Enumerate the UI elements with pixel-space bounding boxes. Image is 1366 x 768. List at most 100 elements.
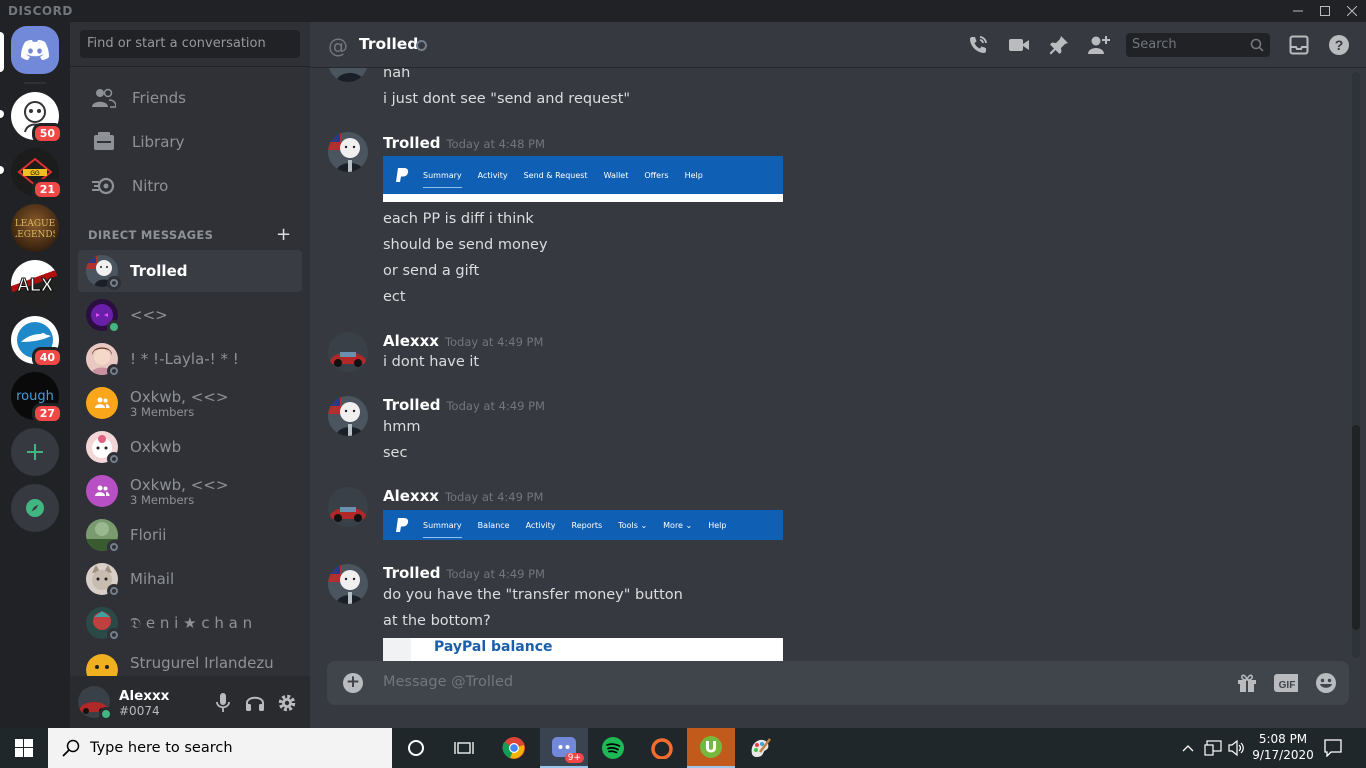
deafen-headphones-icon[interactable] [244,692,266,714]
close-icon[interactable] [1338,0,1366,22]
avatar[interactable] [328,68,368,82]
dm-name: Oxkwb [130,438,182,456]
nav-library[interactable]: Library [78,121,302,163]
message-author[interactable]: Trolled [383,134,440,152]
message-text: hmm [383,419,421,435]
add-friends-to-dm-icon[interactable] [1087,33,1111,57]
voice-call-icon[interactable] [966,33,990,57]
message-composer[interactable]: + Message @Trolled GIF [327,661,1349,705]
message-author[interactable]: Alexxx [383,332,439,350]
message-author[interactable]: Trolled [383,396,440,414]
message-author[interactable]: Trolled [383,564,440,582]
title-bar: DISCORD [0,0,1366,22]
gift-icon[interactable] [1235,671,1259,695]
message-input[interactable]: Message @Trolled [383,674,513,690]
chrome-icon[interactable] [490,728,538,768]
task-view-icon[interactable] [440,728,488,768]
server-icon[interactable]: 50 [11,92,63,144]
network-icon[interactable] [1202,728,1224,768]
home-button[interactable] [11,26,59,74]
dm-item[interactable]: Oxkwb [78,426,302,468]
status-offline [416,40,427,51]
message-timestamp: Today at 4:49 PM [444,335,544,349]
avatar[interactable] [78,686,113,721]
spotify-icon[interactable] [589,728,637,768]
dm-item[interactable]: Mihail [78,558,302,600]
message-text: sec [383,445,408,461]
status-offline [107,540,121,554]
pinned-messages-icon[interactable] [1047,33,1071,57]
image-attachment[interactable]: Summary Balance Activity Reports Tools ⌄… [383,510,783,540]
at-icon: @ [328,34,348,58]
tray-overflow-chevron-icon[interactable] [1178,728,1198,768]
find-conversation-button[interactable]: Find or start a conversation [80,30,300,58]
message-text: ect [383,289,406,305]
username: Alexxx [119,688,170,704]
add-server-button[interactable] [11,428,59,476]
avatar[interactable] [328,396,368,436]
image-attachment[interactable]: Summary Activity Send & Request Wallet O… [383,156,783,202]
svg-text:GG: GG [30,171,40,177]
image-attachment[interactable]: PayPal balance [383,638,783,662]
dm-item[interactable]: Florii [78,514,302,556]
video-call-icon[interactable] [1007,33,1031,57]
mention-badge: 40 [31,347,63,368]
dm-item-group[interactable]: Oxkwb, <<> 3 Members [78,382,302,424]
system-clock[interactable]: 5:08 PM 9/17/2020 [1244,731,1322,763]
minimize-icon[interactable] [1284,0,1312,22]
attachment-text: PayPal balance [434,639,553,655]
dm-item[interactable]: <<> [78,294,302,336]
chat-area: @ Trolled Search ? nah i just dont see "… [310,22,1366,728]
avatar[interactable] [328,487,368,527]
avatar[interactable] [328,564,368,604]
app-brand: DISCORD [8,4,73,18]
action-center-icon[interactable] [1320,728,1346,768]
taskbar-search-placeholder: Type here to search [90,740,233,756]
message-text: at the bottom? [383,613,491,629]
server-icon[interactable]: rough 27 [11,372,63,424]
nav-friends[interactable]: Friends [78,77,302,119]
server-icon[interactable]: LEAGUELEGENDS [11,204,59,252]
emoji-icon[interactable] [1314,671,1338,695]
dm-item[interactable]: Strugurel Irlandezu [78,646,302,676]
cortana-icon[interactable] [392,728,440,768]
server-icon[interactable]: ALX [11,260,59,308]
message-header: Trolled Today at 4:49 PM [383,563,545,584]
origin-icon[interactable] [638,728,686,768]
paint-icon[interactable] [736,728,784,768]
message-text: or send a gift [383,263,480,279]
utorrent-icon[interactable] [687,728,735,768]
inbox-icon[interactable] [1287,33,1311,57]
taskbar-search-input[interactable]: Type here to search [48,728,392,768]
avatar[interactable] [328,332,368,372]
dm-item-trolled[interactable]: Trolled [78,250,302,292]
server-icon[interactable]: 40 [11,316,63,368]
nav-nitro[interactable]: Nitro [78,165,302,207]
mute-mic-icon[interactable] [212,692,234,714]
server-icon[interactable]: GG 21 [11,148,63,200]
scrollbar-thumb[interactable] [1352,425,1360,630]
maximize-icon[interactable] [1311,0,1339,22]
user-settings-gear-icon[interactable] [276,692,298,714]
message-author[interactable]: Alexxx [383,487,439,505]
channel-title: Trolled [359,35,419,53]
message-timestamp: Today at 4:49 PM [446,567,545,581]
gif-icon[interactable]: GIF [1274,671,1298,695]
discord-taskbar-icon[interactable]: 9+ [540,728,588,768]
upload-plus-icon[interactable]: + [343,673,363,693]
dm-item[interactable]: 𝔇 e n i ★ c h a n [78,602,302,644]
search-input[interactable]: Search [1126,33,1270,57]
avatar[interactable] [328,132,368,172]
dm-name: Florii [130,526,167,544]
status-offline [107,276,121,290]
unread-indicator [0,166,4,174]
explore-servers-button[interactable] [11,484,59,532]
help-icon[interactable]: ? [1327,33,1351,57]
dm-item-group[interactable]: Oxkwb, <<> 3 Members [78,470,302,512]
dm-name: ! * !-Layla-! * ! [130,350,239,368]
create-dm-plus-icon[interactable]: + [276,224,291,245]
dm-item[interactable]: ! * !-Layla-! * ! [78,338,302,380]
status-offline [107,584,121,598]
paypal-nav-item: Help [684,170,703,180]
windows-start-icon[interactable] [0,728,48,768]
